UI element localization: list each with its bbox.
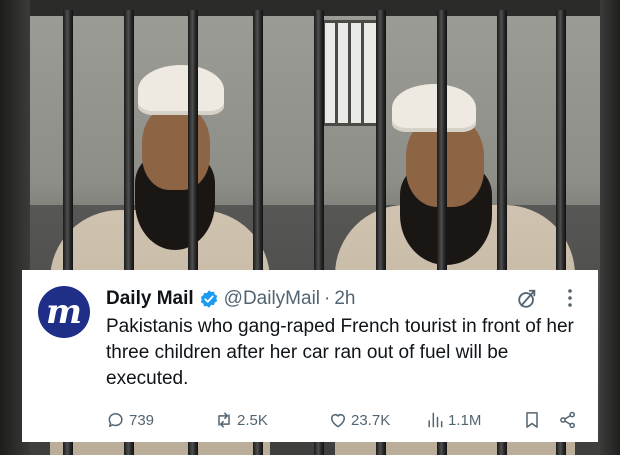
share-button[interactable] [558, 408, 581, 432]
cell-frame-right [600, 0, 620, 455]
bookmark-icon [526, 412, 538, 428]
views-count: 1.1M [448, 411, 482, 429]
grok-icon[interactable] [516, 288, 538, 310]
repost-count: 2.5K [237, 411, 268, 429]
like-button[interactable]: 23.7K [328, 408, 390, 432]
avatar[interactable]: m [38, 286, 90, 338]
avatar-letter: m [46, 292, 82, 332]
views-button[interactable]: 1.1M [425, 408, 481, 432]
cell-frame-top [0, 0, 620, 16]
separator-dot: · [324, 288, 331, 309]
tweet-text: Pakistanis who gang-raped French tourist… [106, 316, 574, 389]
bookmark-button[interactable] [522, 408, 545, 432]
repost-button[interactable]: 2.5K [214, 408, 268, 432]
share-icon [560, 411, 575, 429]
repost-icon [218, 412, 230, 428]
like-icon [331, 414, 345, 428]
timestamp[interactable]: 2h [334, 288, 355, 310]
like-count: 23.7K [351, 411, 391, 429]
handle[interactable]: @DailyMail [224, 288, 320, 310]
tweet-actions: 739 2.5K 23.7K 1.1M [106, 408, 582, 432]
tweet-card[interactable]: m Daily Mail @DailyMail · 2h Pakistanis … [22, 270, 598, 442]
verified-badge-icon [200, 290, 217, 308]
more-icon[interactable] [558, 286, 582, 310]
reply-icon [108, 413, 123, 427]
tweet-header: Daily Mail @DailyMail · 2h [106, 286, 355, 312]
views-icon [428, 412, 443, 428]
reply-count: 739 [129, 411, 155, 429]
reply-button[interactable]: 739 [106, 408, 154, 432]
display-name[interactable]: Daily Mail [106, 288, 194, 310]
